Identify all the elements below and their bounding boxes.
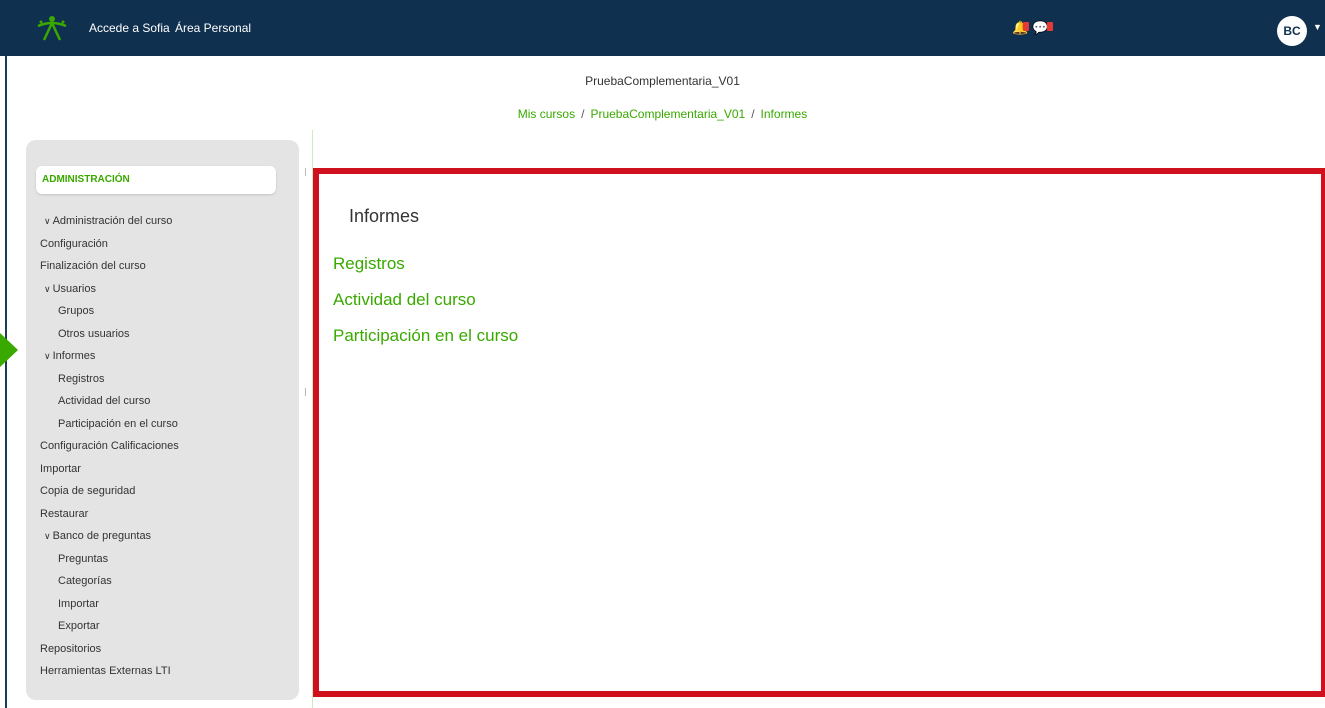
report-link-participacion[interactable]: Participación en el curso: [333, 326, 518, 346]
breadcrumb-course[interactable]: PruebaComplementaria_V01: [590, 107, 745, 121]
sidebar-item-categorias[interactable]: Categorías: [40, 570, 179, 593]
chevron-down-icon: ∨: [44, 216, 51, 226]
notification-badge: [1023, 22, 1029, 31]
sidebar-item-copia-seguridad[interactable]: Copia de seguridad: [40, 480, 179, 503]
breadcrumb: Mis cursos / PruebaComplementaria_V01 / Info…: [0, 107, 1325, 121]
sidebar-item-importar[interactable]: Importar: [40, 458, 179, 481]
sidebar-item-administracion-curso[interactable]: ∨ Administración del curso: [40, 210, 179, 233]
administration-sidebar: ADMINISTRACIÓN ∨ Administración del curso…: [26, 140, 299, 700]
breadcrumb-informes[interactable]: Informes: [761, 107, 808, 121]
report-link-actividad[interactable]: Actividad del curso: [333, 290, 476, 310]
sidebar-item-informes[interactable]: ∨ Informes: [40, 345, 179, 368]
sidebar-item-otros-usuarios[interactable]: Otros usuarios: [40, 323, 179, 346]
sidebar-item-actividad-curso[interactable]: Actividad del curso: [40, 390, 179, 413]
sidebar-item-finalizacion[interactable]: Finalización del curso: [40, 255, 179, 278]
sidebar-item-banco-preguntas[interactable]: ∨ Banco de preguntas: [40, 525, 179, 548]
chevron-down-icon: ∨: [44, 283, 51, 294]
administration-header[interactable]: ADMINISTRACIÓN: [36, 166, 276, 194]
sidebar-item-importar-preguntas[interactable]: Importar: [40, 593, 179, 616]
sidebar-item-config-calificaciones[interactable]: Configuración Calificaciones: [40, 435, 179, 458]
chevron-down-icon[interactable]: ▼: [1313, 22, 1323, 32]
top-navbar: Accede a Sofia Área Personal 🔔 💬 BC ▼: [0, 0, 1325, 56]
divider-tick: [305, 388, 310, 396]
sidebar-item-repositorios[interactable]: Repositorios: [40, 638, 179, 661]
sidebar-item-registros[interactable]: Registros: [40, 368, 179, 391]
administration-title: ADMINISTRACIÓN: [42, 174, 130, 185]
sidebar-item-herramientas-lti[interactable]: Herramientas Externas LTI: [40, 660, 179, 683]
informes-panel: Informes Registros Actividad del curso P…: [313, 168, 1325, 697]
sidebar-item-exportar[interactable]: Exportar: [40, 615, 179, 638]
sena-logo-icon[interactable]: [36, 14, 68, 42]
nav-link-sofia[interactable]: Accede a Sofia: [89, 21, 170, 35]
nav-link-area-personal[interactable]: Área Personal: [175, 21, 251, 35]
report-link-registros[interactable]: Registros: [333, 254, 405, 274]
administration-menu: ∨ Administración del curso Configuración …: [40, 210, 179, 683]
sidebar-item-participacion[interactable]: Participación en el curso: [40, 413, 179, 436]
content-heading: Informes: [349, 206, 420, 226]
page-title: PruebaComplementaria_V01: [585, 74, 740, 88]
avatar[interactable]: BC: [1277, 16, 1307, 46]
breadcrumb-mis-cursos[interactable]: Mis cursos: [518, 107, 575, 121]
chevron-down-icon: ∨: [44, 531, 51, 541]
sidebar-item-preguntas[interactable]: Preguntas: [40, 548, 179, 571]
pointer-arrow-icon: [0, 333, 18, 367]
chevron-down-icon: ∨: [44, 351, 51, 361]
sidebar-item-usuarios[interactable]: ∨ Usuarios: [40, 278, 179, 301]
sidebar-item-grupos[interactable]: Grupos: [40, 300, 179, 323]
sidebar-item-configuracion[interactable]: Configuración: [40, 233, 179, 256]
messages-badge: [1047, 22, 1053, 31]
breadcrumb-separator: /: [751, 107, 755, 121]
chat-icon[interactable]: 💬: [1032, 20, 1048, 36]
breadcrumb-separator: /: [581, 107, 585, 121]
divider-tick: [305, 168, 310, 176]
sidebar-item-restaurar[interactable]: Restaurar: [40, 503, 179, 526]
